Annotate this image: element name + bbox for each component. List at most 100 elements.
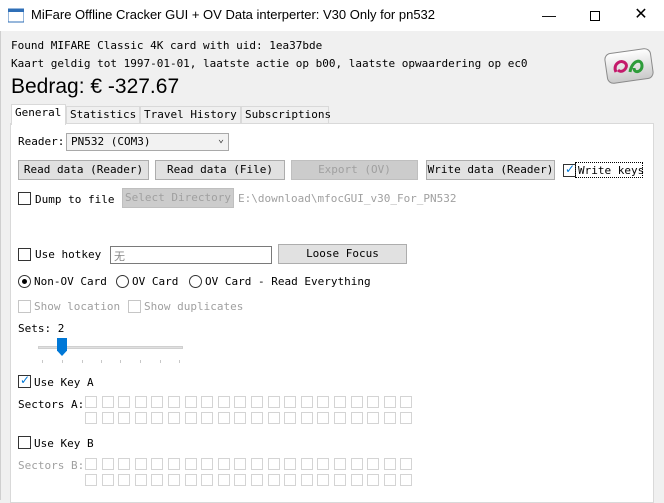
sector-checkbox[interactable] [251,474,263,486]
sector-checkbox[interactable] [367,474,380,486]
sector-checkbox[interactable] [267,412,280,424]
sector-checkbox[interactable] [85,458,97,470]
sector-checkbox[interactable] [317,458,330,470]
ov-card-read-everything-radio[interactable] [189,275,202,288]
sector-checkbox[interactable] [217,396,230,408]
show-location-checkbox[interactable] [18,300,31,313]
sector-checkbox[interactable] [234,458,247,470]
sector-checkbox[interactable] [267,396,280,408]
sector-checkbox[interactable] [134,474,147,486]
sector-checkbox[interactable] [334,474,346,486]
read-reader-button[interactable]: Read data (Reader) [18,160,149,180]
sector-checkbox[interactable] [367,458,380,470]
hotkey-input[interactable]: 无 [110,246,272,264]
sector-checkbox[interactable] [184,474,197,486]
minimize-button[interactable]: — [526,0,572,31]
sector-checkbox[interactable] [383,396,396,408]
sector-checkbox[interactable] [201,474,214,486]
sector-checkbox[interactable] [85,412,97,424]
reader-select[interactable]: PN532 (COM3) ⌄ [66,133,229,151]
sector-checkbox[interactable] [334,396,346,408]
sector-checkbox[interactable] [118,458,131,470]
sector-checkbox[interactable] [400,412,413,424]
write-reader-button[interactable]: Write data (Reader) [426,160,555,180]
sector-checkbox[interactable] [383,412,396,424]
sector-checkbox[interactable] [367,412,380,424]
sector-checkbox[interactable] [300,474,313,486]
sector-checkbox[interactable] [284,396,297,408]
sector-checkbox[interactable] [151,474,164,486]
select-directory-button[interactable]: Select Directory [122,188,234,208]
sector-checkbox[interactable] [101,412,114,424]
close-button[interactable]: ✕ [618,0,664,31]
sector-checkbox[interactable] [151,396,164,408]
sector-checkbox[interactable] [251,412,263,424]
sector-checkbox[interactable] [101,458,114,470]
sector-checkbox[interactable] [201,458,214,470]
sector-checkbox[interactable] [217,474,230,486]
sector-checkbox[interactable] [400,458,413,470]
sector-checkbox[interactable] [234,412,247,424]
sector-checkbox[interactable] [317,396,330,408]
maximize-button[interactable] [572,0,618,31]
sector-checkbox[interactable] [251,458,263,470]
sector-checkbox[interactable] [284,458,297,470]
sector-checkbox[interactable] [251,396,263,408]
show-duplicates-checkbox[interactable] [128,300,141,313]
sector-checkbox[interactable] [217,458,230,470]
sector-checkbox[interactable] [184,396,197,408]
sector-checkbox[interactable] [184,458,197,470]
tab-subscriptions[interactable]: Subscriptions [241,106,331,124]
sector-checkbox[interactable] [300,396,313,408]
sector-checkbox[interactable] [168,474,180,486]
sector-checkbox[interactable] [317,412,330,424]
tab-general[interactable]: General [11,104,66,125]
sector-checkbox[interactable] [267,474,280,486]
sector-checkbox[interactable] [367,396,380,408]
sector-checkbox[interactable] [234,474,247,486]
sector-checkbox[interactable] [317,474,330,486]
sector-checkbox[interactable] [201,396,214,408]
sector-checkbox[interactable] [85,396,97,408]
read-file-button[interactable]: Read data (File) [155,160,285,180]
sector-checkbox[interactable] [350,474,363,486]
use-key-b-checkbox[interactable] [18,436,31,449]
sector-checkbox[interactable] [134,396,147,408]
sector-checkbox[interactable] [118,396,131,408]
sector-checkbox[interactable] [400,474,413,486]
export-ov-button[interactable]: Export (OV) [291,160,418,180]
sector-checkbox[interactable] [151,412,164,424]
sector-checkbox[interactable] [134,412,147,424]
sector-checkbox[interactable] [284,474,297,486]
sector-checkbox[interactable] [134,458,147,470]
sector-checkbox[interactable] [85,474,97,486]
sector-checkbox[interactable] [118,474,131,486]
sector-checkbox[interactable] [400,396,413,408]
sector-checkbox[interactable] [151,458,164,470]
use-key-a-checkbox[interactable] [18,373,31,388]
tab-travel-history[interactable]: Travel History [140,106,241,124]
sector-checkbox[interactable] [168,412,180,424]
sector-checkbox[interactable] [300,458,313,470]
sector-checkbox[interactable] [334,458,346,470]
sector-checkbox[interactable] [184,412,197,424]
sector-checkbox[interactable] [201,412,214,424]
sector-checkbox[interactable] [118,412,131,424]
non-ov-card-radio[interactable] [18,275,31,288]
sector-checkbox[interactable] [350,412,363,424]
sector-checkbox[interactable] [334,412,346,424]
sector-checkbox[interactable] [300,412,313,424]
sector-checkbox[interactable] [217,412,230,424]
sector-checkbox[interactable] [284,412,297,424]
sector-checkbox[interactable] [383,474,396,486]
sector-checkbox[interactable] [101,474,114,486]
sector-checkbox[interactable] [350,458,363,470]
tab-statistics[interactable]: Statistics [66,106,140,124]
sector-checkbox[interactable] [350,396,363,408]
dump-to-file-checkbox[interactable] [18,192,31,205]
sector-checkbox[interactable] [168,396,180,408]
sector-checkbox[interactable] [101,396,114,408]
sector-checkbox[interactable] [267,458,280,470]
loose-focus-button[interactable]: Loose Focus [278,244,407,264]
sector-checkbox[interactable] [168,458,180,470]
